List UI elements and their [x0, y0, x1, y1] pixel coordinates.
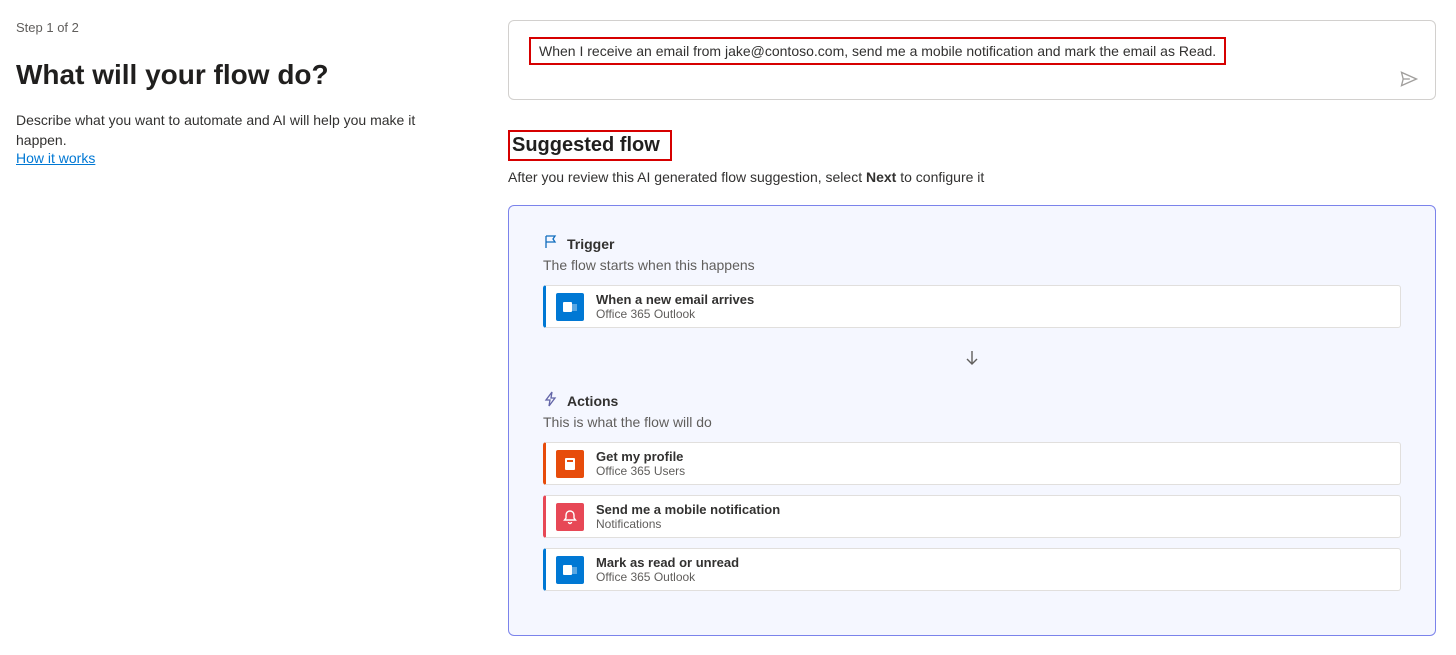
- arrow-down-icon: [543, 338, 1401, 391]
- card-title: When a new email arrives: [596, 292, 754, 307]
- review-post: to configure it: [896, 169, 984, 185]
- step-label: Step 1 of 2: [16, 20, 450, 35]
- outlook-icon: [556, 556, 584, 584]
- suggested-heading-highlight: Suggested flow: [508, 130, 672, 161]
- action-card[interactable]: Get my profileOffice 365 Users: [543, 442, 1401, 485]
- trigger-card[interactable]: When a new email arrives Office 365 Outl…: [543, 285, 1401, 328]
- page-title: What will your flow do?: [16, 59, 450, 91]
- review-pre: After you review this AI generated flow …: [508, 169, 866, 185]
- card-title: Mark as read or unread: [596, 555, 739, 570]
- flow-container: Trigger The flow starts when this happen…: [508, 205, 1436, 636]
- card-sub: Notifications: [596, 517, 780, 531]
- office-icon: [556, 450, 584, 478]
- lightning-icon: [543, 391, 559, 410]
- prompt-input[interactable]: When I receive an email from jake@contos…: [508, 20, 1436, 100]
- page-description: Describe what you want to automate and A…: [16, 111, 450, 150]
- card-sub: Office 365 Outlook: [596, 307, 754, 321]
- action-card[interactable]: Mark as read or unreadOffice 365 Outlook: [543, 548, 1401, 591]
- actions-label: Actions: [567, 393, 618, 409]
- trigger-label: Trigger: [567, 236, 614, 252]
- action-card[interactable]: Send me a mobile notificationNotificatio…: [543, 495, 1401, 538]
- actions-sub: This is what the flow will do: [543, 414, 1401, 430]
- send-icon[interactable]: [1399, 69, 1419, 89]
- flag-icon: [543, 234, 559, 253]
- card-sub: Office 365 Outlook: [596, 570, 739, 584]
- card-sub: Office 365 Users: [596, 464, 685, 478]
- card-title: Get my profile: [596, 449, 685, 464]
- bell-icon: [556, 503, 584, 531]
- how-it-works-link[interactable]: How it works: [16, 150, 95, 166]
- card-title: Send me a mobile notification: [596, 502, 780, 517]
- review-bold: Next: [866, 169, 896, 185]
- suggested-heading: Suggested flow: [512, 134, 660, 156]
- actions-section-header: Actions: [543, 391, 1401, 410]
- trigger-sub: The flow starts when this happens: [543, 257, 1401, 273]
- prompt-text: When I receive an email from jake@contos…: [529, 37, 1226, 65]
- trigger-section-header: Trigger: [543, 234, 1401, 253]
- review-instruction: After you review this AI generated flow …: [508, 169, 1436, 185]
- outlook-icon: [556, 293, 584, 321]
